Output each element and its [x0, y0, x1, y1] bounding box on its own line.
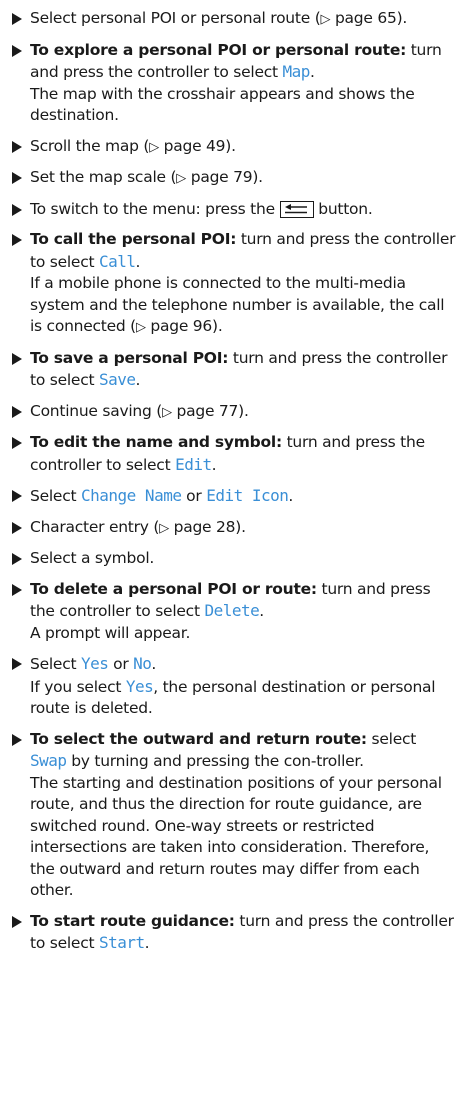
step-start-guidance: To start route guidance: turn and press …	[12, 911, 457, 955]
step-switch-to-menu: To switch to the menu: press the button.	[12, 199, 457, 221]
step-result: The map with the crosshair appears and s…	[30, 84, 415, 125]
menu-item-save: Save	[98, 370, 136, 389]
step-select-symbol: Select a symbol.	[12, 548, 457, 570]
step-arrow-icon	[12, 733, 22, 746]
step-select-poi-or-route: Select personal POI or personal route (▷…	[12, 8, 457, 31]
step-arrow-icon	[12, 583, 22, 596]
step-arrow-icon	[12, 915, 22, 928]
step-result: A prompt will appear.	[30, 623, 191, 642]
menu-item-yes: Yes	[125, 676, 154, 696]
step-arrow-icon	[12, 658, 22, 670]
page-reference: (▷ page 77)	[156, 401, 244, 420]
back-button-icon	[279, 200, 314, 218]
step-select-change-name: Select Change Name or Edit Icon.	[12, 485, 457, 508]
step-character-entry: Character entry (▷ page 28).	[12, 517, 457, 540]
menu-item-start: Start	[98, 933, 145, 952]
step-explore-poi: To explore a personal POI or personal ro…	[12, 40, 457, 127]
page-reference: (▷ page 79)	[170, 168, 259, 186]
menu-item-change-name: Change Name	[81, 486, 182, 505]
menu-item-no: No	[133, 654, 152, 673]
step-result: The starting and destination positions o…	[30, 773, 442, 900]
step-arrow-icon	[12, 405, 22, 418]
step-continue-saving: Continue saving (▷ page 77).	[12, 401, 457, 424]
page-reference: (▷ page 28)	[153, 517, 242, 536]
menu-item-edit: Edit	[175, 454, 212, 474]
step-arrow-icon	[12, 13, 22, 25]
menu-item-delete: Delete	[204, 601, 260, 620]
step-arrow-icon	[12, 44, 22, 57]
step-arrow-icon	[12, 203, 22, 216]
page-reference: (▷ page 49)	[143, 136, 232, 155]
page-reference: (▷ page 65)	[314, 9, 403, 27]
menu-item-call: Call	[98, 251, 136, 271]
step-delete-poi: To delete a personal POI or route: turn …	[12, 579, 457, 645]
step-save-poi: To save a personal POI: turn and press t…	[12, 348, 457, 392]
step-arrow-icon	[12, 140, 22, 153]
step-scroll-map: Scroll the map (▷ page 49).	[12, 136, 457, 159]
step-swap-route: To select the outward and return route: …	[12, 729, 457, 902]
step-result: If you select Yes, the personal destinat…	[30, 676, 436, 718]
step-select-yes-no: Select Yes or No. If you select Yes, the…	[12, 653, 457, 720]
step-arrow-icon	[12, 352, 22, 365]
menu-item-map: Map	[282, 62, 311, 81]
step-arrow-icon	[12, 490, 22, 502]
step-arrow-icon	[12, 521, 22, 534]
step-call-poi: To call the personal POI: turn and press…	[12, 229, 457, 339]
step-arrow-icon	[12, 553, 22, 565]
manual-page: Select personal POI or personal route (▷…	[0, 0, 463, 1105]
step-edit-name-symbol: To edit the name and symbol: turn and pr…	[12, 432, 457, 476]
menu-item-edit-icon: Edit Icon	[206, 486, 289, 505]
step-arrow-icon	[12, 172, 22, 184]
menu-item-swap: Swap	[30, 751, 67, 770]
step-arrow-icon	[12, 437, 22, 449]
step-map-scale: Set the map scale (▷ page 79).	[12, 167, 457, 190]
page-reference: (▷ page 96)	[130, 317, 218, 335]
step-arrow-icon	[12, 234, 22, 246]
step-result: If a mobile phone is connected to the mu…	[30, 274, 445, 335]
menu-item-yes: Yes	[81, 654, 109, 673]
